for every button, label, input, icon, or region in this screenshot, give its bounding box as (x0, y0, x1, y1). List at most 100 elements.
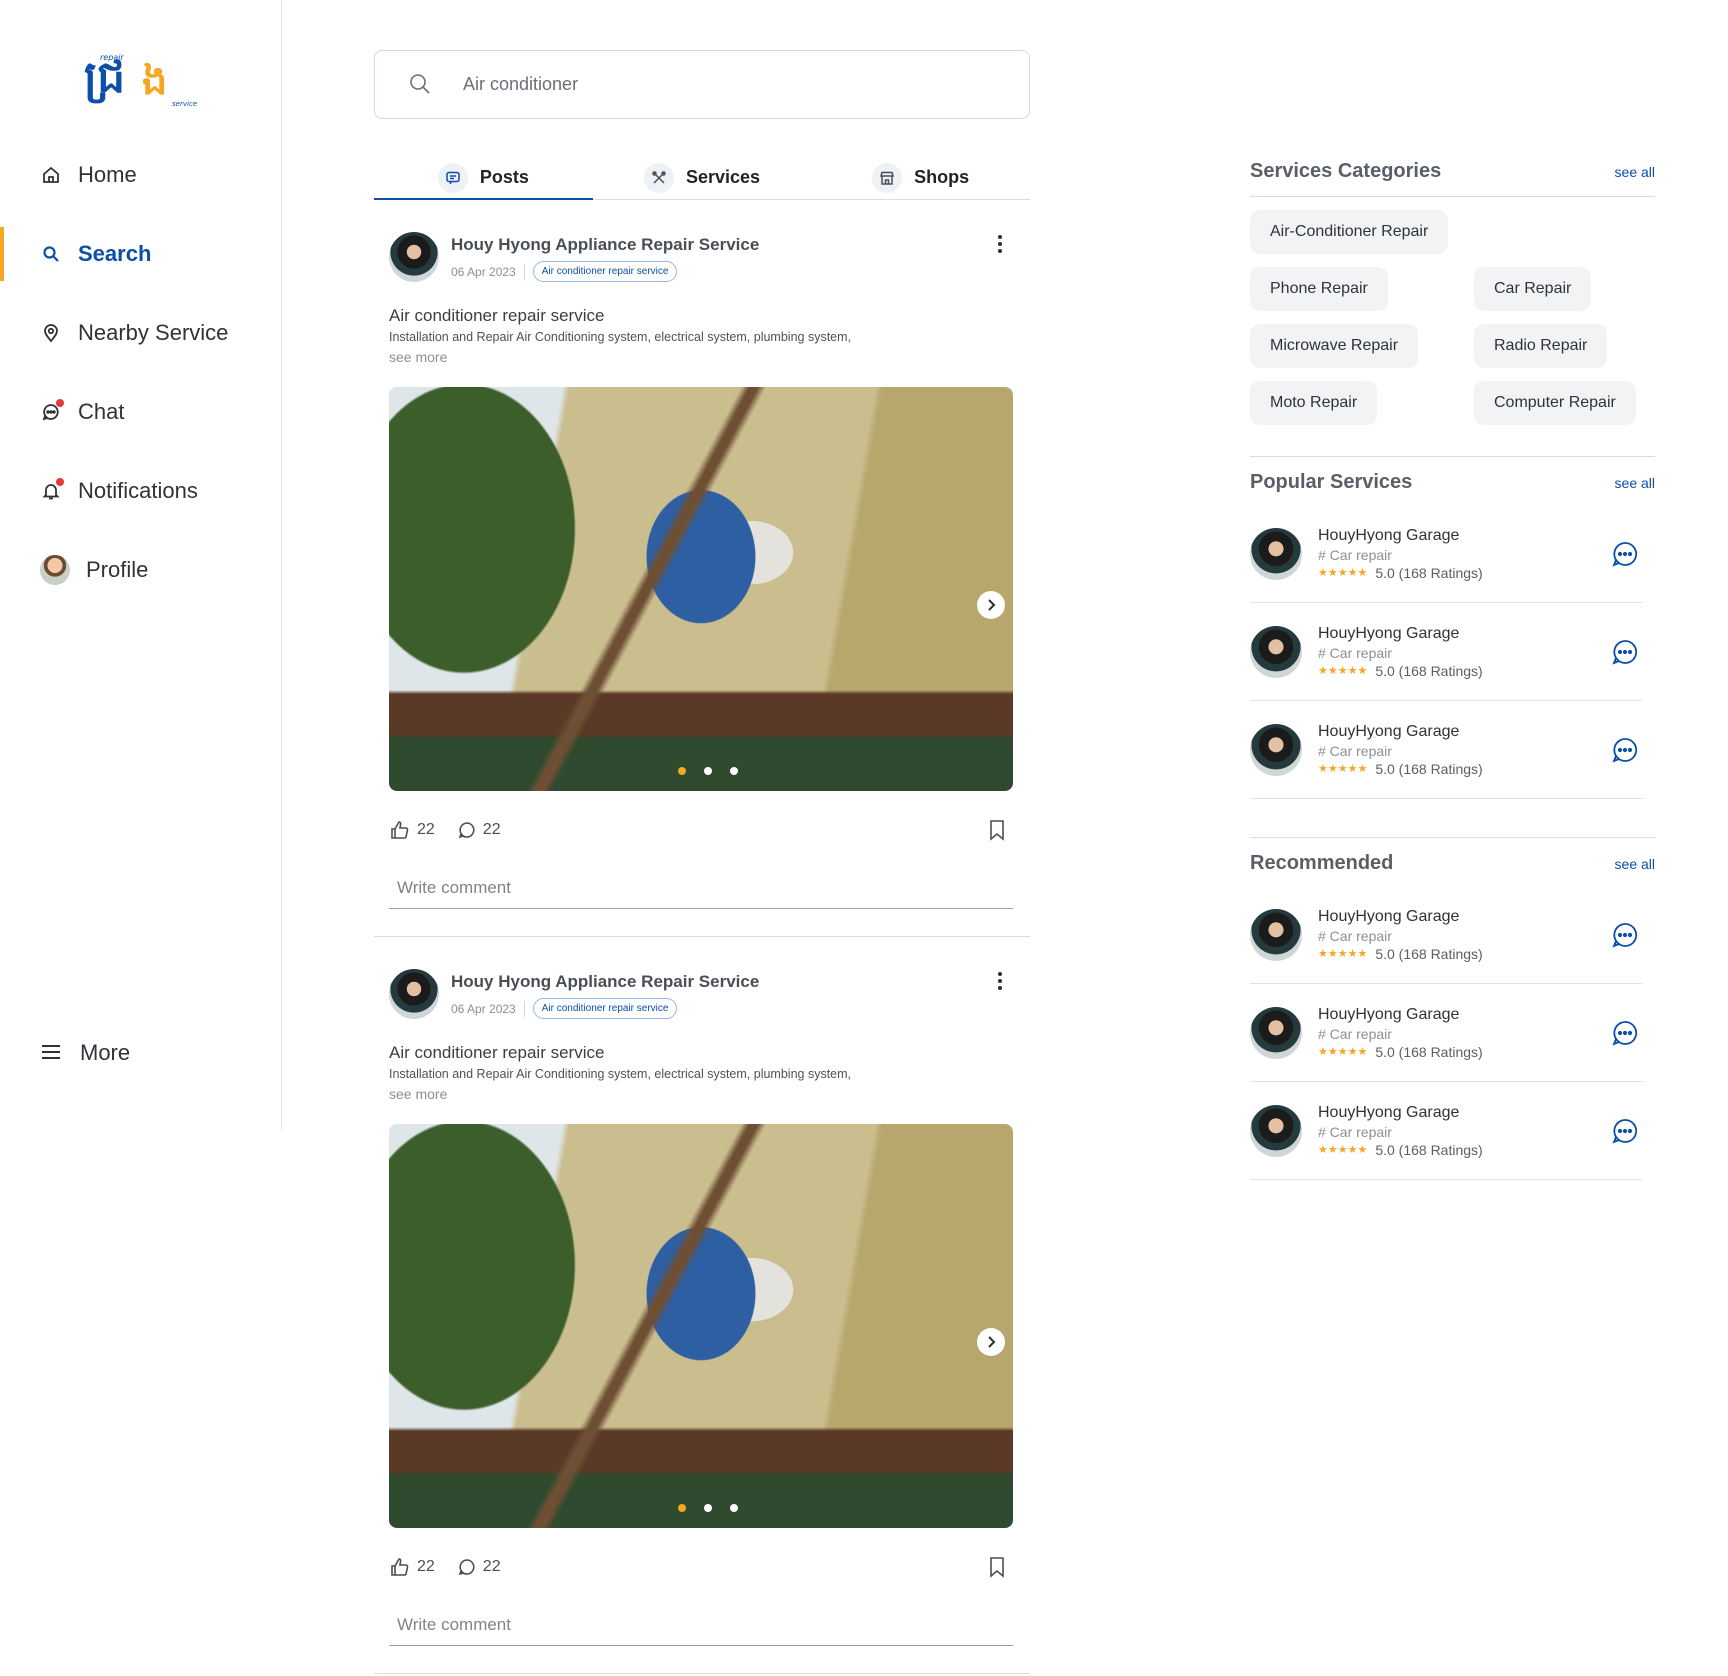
post-author[interactable]: Houy Hyong Appliance Repair Service (451, 235, 759, 255)
avatar[interactable] (389, 969, 439, 1019)
divider (1250, 196, 1655, 197)
category-chip[interactable]: Moto Repair (1250, 381, 1378, 425)
more-options-icon[interactable] (988, 969, 1012, 993)
tab-shops[interactable]: Shops (811, 156, 1030, 199)
star-rating-icon: ★★★★★ (1318, 948, 1368, 960)
service-name: HouyHyong Garage (1318, 624, 1460, 642)
comment-icon (458, 1559, 475, 1576)
nav-item-home[interactable]: Home (0, 148, 281, 202)
avatar[interactable] (389, 232, 439, 282)
category-chip[interactable]: Computer Repair (1474, 381, 1636, 425)
see-all-link[interactable]: see all (1615, 164, 1655, 180)
tab-posts[interactable]: Posts (374, 156, 593, 200)
service-category: # Car repair (1318, 644, 1392, 661)
post-actions: 22 22 (389, 1554, 1013, 1580)
nav-item-nearby-service[interactable]: Nearby Service (0, 306, 281, 360)
service-rating: 5.0 (168 Ratings) (1375, 945, 1483, 962)
divider (523, 1000, 525, 1017)
search-input[interactable] (463, 74, 1003, 95)
service-rating: 5.0 (168 Ratings) (1375, 564, 1483, 581)
chat-bubble-icon[interactable] (1611, 1019, 1639, 1047)
more-label: More (80, 1040, 131, 1065)
chat-bubble-icon[interactable] (1611, 638, 1639, 666)
app-logo[interactable]: ជ្រ ង repair service (80, 42, 205, 112)
section-title: Services Categories (1250, 160, 1442, 182)
post-date: 06 Apr 2023 (451, 264, 516, 279)
carousel-dots[interactable] (678, 1504, 738, 1512)
star-rating-icon: ★★★★★ (1318, 1046, 1368, 1058)
like-button[interactable]: 22 (389, 819, 435, 841)
avatar (1250, 527, 1302, 580)
nav-item-profile[interactable]: Profile (0, 543, 281, 597)
comment-icon (458, 822, 475, 839)
category-chip[interactable]: Air-Conditioner Repair (1250, 210, 1449, 254)
search-icon (40, 243, 62, 265)
bookmark-icon[interactable] (987, 1556, 1007, 1583)
service-item[interactable]: HouyHyong Garage # Car repair ★★★★★ 5.0 (… (1250, 886, 1643, 984)
category-chip[interactable]: Radio Repair (1474, 324, 1608, 368)
service-name: HouyHyong Garage (1318, 526, 1460, 544)
comment-button[interactable]: 22 (457, 1557, 501, 1577)
comment-input[interactable] (389, 867, 1013, 909)
chat-bubble-icon[interactable] (1611, 1117, 1639, 1145)
post-icon (437, 162, 468, 193)
category-chip[interactable]: Phone Repair (1250, 267, 1388, 311)
see-more-link[interactable]: see more (389, 349, 447, 365)
avatar (1250, 1006, 1302, 1059)
nav-label: Search (78, 241, 152, 266)
logo-service-text: service (172, 100, 197, 108)
tab-services[interactable]: Services (593, 156, 812, 199)
popular-header: Popular Services see all (1250, 471, 1655, 494)
thumbs-up-icon (391, 1558, 409, 1576)
service-item[interactable]: HouyHyong Garage # Car repair ★★★★★ 5.0 (… (1250, 505, 1643, 603)
avatar (1250, 1104, 1302, 1157)
category-chip[interactable]: Car Repair (1474, 267, 1592, 311)
post-image[interactable] (389, 387, 1013, 791)
chat-bubble-icon[interactable] (1611, 736, 1639, 764)
chevron-right-icon[interactable] (977, 591, 1005, 619)
more-options-icon[interactable] (988, 232, 1012, 256)
service-item[interactable]: HouyHyong Garage # Car repair ★★★★★ 5.0 (… (1250, 984, 1643, 1082)
post-card: Houy Hyong Appliance Repair Service 06 A… (374, 200, 1030, 937)
chevron-right-icon[interactable] (977, 1328, 1005, 1356)
nav-item-notifications[interactable]: Notifications (0, 464, 281, 518)
post-image[interactable] (389, 1124, 1013, 1528)
logo-repair-text: repair (100, 53, 124, 62)
post-tag[interactable]: Air conditioner repair service (532, 261, 678, 282)
search-bar[interactable] (374, 50, 1030, 119)
svg-text:ង: ង (142, 58, 167, 104)
like-button[interactable]: 22 (389, 1556, 435, 1578)
nav-item-chat[interactable]: Chat (0, 385, 281, 439)
star-rating-icon: ★★★★★ (1318, 763, 1368, 775)
nav-label: Chat (78, 399, 125, 424)
like-count: 22 (417, 1558, 435, 1575)
see-more-link[interactable]: see more (389, 1086, 447, 1102)
carousel-dots[interactable] (678, 767, 738, 775)
section-title: Popular Services (1250, 471, 1413, 493)
comment-button[interactable]: 22 (457, 820, 501, 840)
chat-bubble-icon[interactable] (1611, 921, 1639, 949)
post-tag[interactable]: Air conditioner repair service (532, 998, 678, 1019)
search-icon (409, 73, 433, 97)
chat-bubble-icon[interactable] (1611, 540, 1639, 568)
service-item[interactable]: HouyHyong Garage # Car repair ★★★★★ 5.0 (… (1250, 603, 1643, 701)
see-all-link[interactable]: see all (1615, 856, 1655, 872)
comment-input[interactable] (389, 1604, 1013, 1646)
divider (523, 263, 525, 280)
category-chip[interactable]: Microwave Repair (1250, 324, 1419, 368)
see-all-link[interactable]: see all (1615, 475, 1655, 491)
location-pin-icon (40, 322, 62, 344)
avatar (1250, 625, 1302, 678)
unread-dot (56, 399, 64, 407)
post-header: Houy Hyong Appliance Repair Service 06 A… (389, 232, 759, 282)
service-item[interactable]: HouyHyong Garage # Car repair ★★★★★ 5.0 (… (1250, 1082, 1643, 1180)
post-title: Air conditioner repair service (389, 306, 605, 325)
service-item[interactable]: HouyHyong Garage # Car repair ★★★★★ 5.0 (… (1250, 701, 1643, 799)
service-category: # Car repair (1318, 742, 1392, 759)
nav-item-search[interactable]: Search (0, 227, 281, 281)
shop-icon (872, 162, 903, 193)
bookmark-icon[interactable] (987, 819, 1007, 846)
nav-label: Nearby Service (78, 320, 229, 345)
more-button[interactable]: More (40, 1040, 130, 1066)
post-author[interactable]: Houy Hyong Appliance Repair Service (451, 972, 759, 992)
